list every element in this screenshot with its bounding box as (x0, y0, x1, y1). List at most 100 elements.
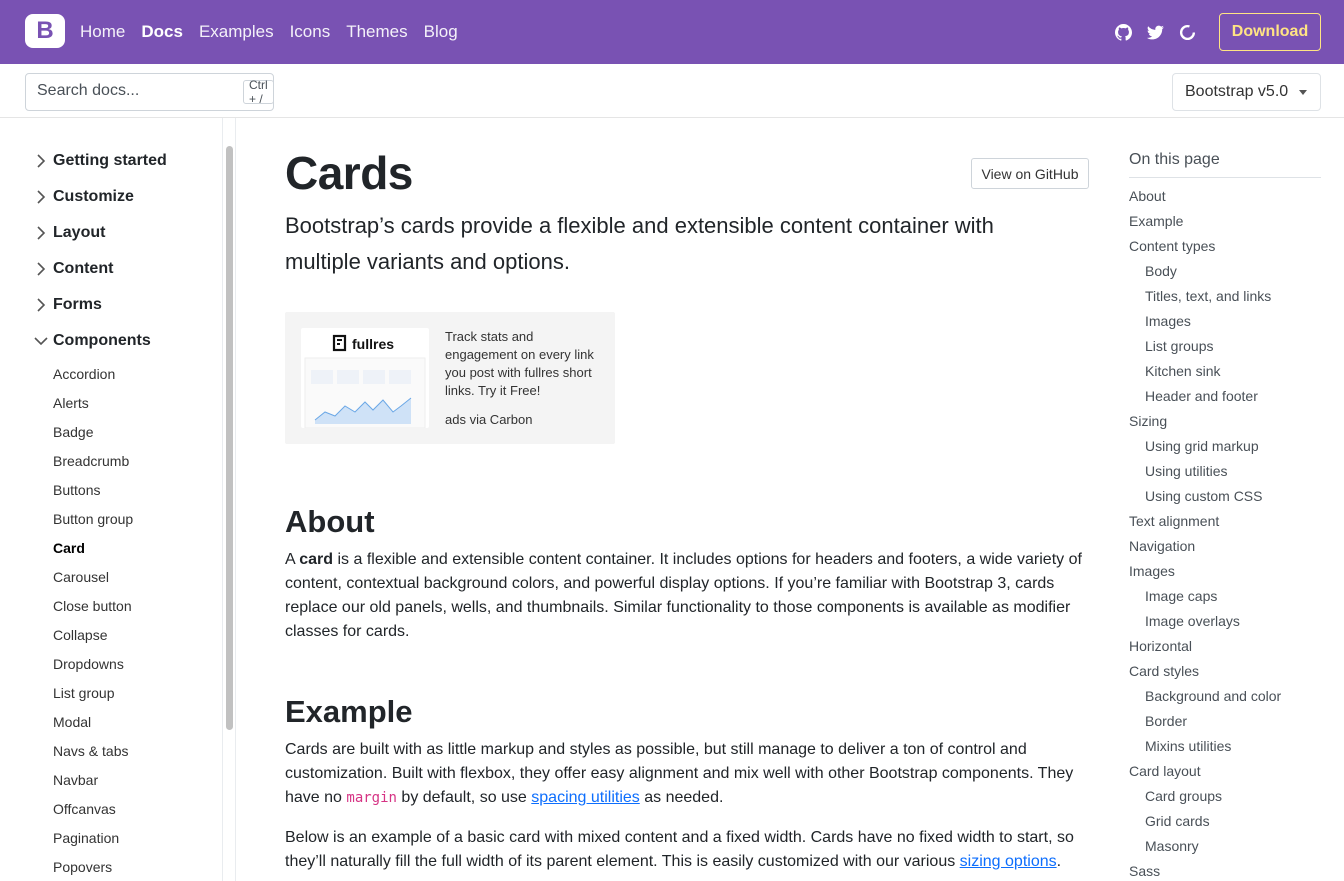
text-span: A (285, 551, 300, 568)
sidebar-section-components[interactable]: Components (34, 332, 151, 350)
sidebar-item-accordion[interactable]: Accordion (53, 366, 115, 382)
top-navbar: B Home Docs Examples Icons Themes Blog D… (0, 0, 1344, 64)
toc-item-image-caps[interactable]: Image caps (1145, 588, 1217, 604)
sidebar-section-label: Components (53, 332, 151, 349)
main-nav: Home Docs Examples Icons Themes Blog (80, 0, 474, 64)
toc-item-example[interactable]: Example (1129, 213, 1183, 229)
ad-image[interactable]: fullres (301, 328, 429, 429)
toc-item-titles-text-and-links[interactable]: Titles, text, and links (1145, 288, 1271, 304)
nav-docs-link[interactable]: Docs (141, 22, 183, 42)
toc-item-card-styles[interactable]: Card styles (1129, 663, 1199, 679)
sidebar-section-customize[interactable]: Customize (34, 188, 134, 206)
toc-item-border[interactable]: Border (1145, 713, 1187, 729)
sidebar-section-label: Layout (53, 224, 106, 241)
sidebar-item-card[interactable]: Card (53, 540, 85, 556)
sidebar-item-navbar[interactable]: Navbar (53, 772, 98, 788)
sidebar-item-modal[interactable]: Modal (53, 714, 91, 730)
search-input[interactable] (37, 82, 217, 100)
toc-item-sass[interactable]: Sass (1129, 863, 1160, 879)
github-icon[interactable] (1111, 20, 1135, 44)
toc-item-navigation[interactable]: Navigation (1129, 538, 1195, 554)
toc-item-masonry[interactable]: Masonry (1145, 838, 1199, 854)
sidebar-section-layout[interactable]: Layout (34, 224, 105, 242)
sidebar-item-buttons[interactable]: Buttons (53, 482, 100, 498)
text-span: as needed. (639, 789, 724, 806)
docs-sidebar: Getting started Customize Layout Content… (0, 118, 236, 881)
toc-item-horizontal[interactable]: Horizontal (1129, 638, 1192, 654)
toc-item-mixins-utilities[interactable]: Mixins utilities (1145, 738, 1231, 754)
toc-item-using-utilities[interactable]: Using utilities (1145, 463, 1227, 479)
sidebar-item-pagination[interactable]: Pagination (53, 830, 119, 846)
view-on-github-button[interactable]: View on GitHub (971, 158, 1089, 189)
sidebar-item-dropdowns[interactable]: Dropdowns (53, 656, 124, 672)
ad-logo-text: fullres (352, 336, 394, 352)
sidebar-item-close-button[interactable]: Close button (53, 598, 132, 614)
sidebar-item-alerts[interactable]: Alerts (53, 395, 89, 411)
inline-code: margin (346, 790, 397, 806)
sidebar-item-popovers[interactable]: Popovers (53, 859, 112, 875)
ad-via-link[interactable]: ads via Carbon (445, 412, 532, 427)
download-button[interactable]: Download (1219, 13, 1321, 51)
toc-item-image-overlays[interactable]: Image overlays (1145, 613, 1240, 629)
nav-themes-link[interactable]: Themes (346, 22, 407, 42)
toc-item-list-groups[interactable]: List groups (1145, 338, 1213, 354)
sidebar-item-navs-tabs[interactable]: Navs & tabs (53, 743, 128, 759)
chevron-right-icon (34, 262, 48, 276)
version-label: Bootstrap v5.0 (1185, 83, 1289, 100)
text-span: . (1056, 853, 1062, 870)
spacing-utilities-link[interactable]: spacing utilities (531, 789, 640, 806)
social-icons (1111, 20, 1207, 44)
toc-item-body[interactable]: Body (1145, 263, 1177, 279)
sidebar-item-breadcrumb[interactable]: Breadcrumb (53, 453, 129, 469)
toc-item-card-groups[interactable]: Card groups (1145, 788, 1222, 804)
about-paragraph: A card is a flexible and extensible cont… (285, 548, 1090, 644)
chevron-right-icon (34, 190, 48, 204)
twitter-icon[interactable] (1143, 20, 1167, 44)
sidebar-section-forms[interactable]: Forms (34, 296, 102, 314)
search-shortcut-hint: Ctrl + / (243, 78, 274, 106)
toc-item-sizing[interactable]: Sizing (1129, 413, 1167, 429)
example-paragraph-1: Cards are built with as little markup an… (285, 738, 1090, 810)
search-box: Ctrl + / (25, 73, 274, 111)
text-span: is a flexible and extensible content con… (285, 551, 1082, 640)
docs-subnav: Ctrl + / Bootstrap v5.0 (0, 64, 1344, 118)
toc-item-content-types[interactable]: Content types (1129, 238, 1215, 254)
toc-item-card-layout[interactable]: Card layout (1129, 763, 1201, 779)
toc-item-grid-cards[interactable]: Grid cards (1145, 813, 1210, 829)
nav-examples-link[interactable]: Examples (199, 22, 274, 42)
sidebar-item-offcanvas[interactable]: Offcanvas (53, 801, 116, 817)
sidebar-scrollbar[interactable] (226, 146, 233, 730)
toc-item-header-and-footer[interactable]: Header and footer (1145, 388, 1258, 404)
carbon-ad[interactable]: fullres Track stats and engagement on ev… (285, 312, 615, 444)
sizing-options-link[interactable]: sizing options (960, 853, 1057, 870)
sidebar-item-list-group[interactable]: List group (53, 685, 114, 701)
text-span: Below is an example of a basic card with… (285, 829, 1074, 870)
toc-item-text-alignment[interactable]: Text alignment (1129, 513, 1219, 529)
chevron-down-icon (34, 334, 48, 348)
nav-icons-link[interactable]: Icons (290, 22, 331, 42)
toc-item-using-grid-markup[interactable]: Using grid markup (1145, 438, 1259, 454)
text-span: by default, so use (396, 789, 532, 806)
sidebar-item-collapse[interactable]: Collapse (53, 627, 107, 643)
toc-item-kitchen-sink[interactable]: Kitchen sink (1145, 363, 1220, 379)
opencollective-icon[interactable] (1175, 20, 1199, 44)
nav-home-link[interactable]: Home (80, 22, 125, 42)
sidebar-item-carousel[interactable]: Carousel (53, 569, 109, 585)
toc-item-using-custom-css[interactable]: Using custom CSS (1145, 488, 1262, 504)
example-paragraph-2: Below is an example of a basic card with… (285, 826, 1090, 874)
toc-item-images[interactable]: Images (1145, 313, 1191, 329)
toc-item-images[interactable]: Images (1129, 563, 1175, 579)
toc-divider (1129, 177, 1321, 178)
sidebar-item-badge[interactable]: Badge (53, 424, 93, 440)
sidebar-section-label: Forms (53, 296, 102, 313)
chevron-right-icon (34, 298, 48, 312)
version-dropdown[interactable]: Bootstrap v5.0 (1172, 73, 1321, 111)
sidebar-section-getting-started[interactable]: Getting started (34, 152, 167, 170)
toc-item-background-and-color[interactable]: Background and color (1145, 688, 1281, 704)
sidebar-item-button-group[interactable]: Button group (53, 511, 133, 527)
ad-text[interactable]: Track stats and engagement on every link… (445, 328, 600, 400)
sidebar-section-content[interactable]: Content (34, 260, 113, 278)
nav-blog-link[interactable]: Blog (424, 22, 458, 42)
bootstrap-logo[interactable]: B (25, 14, 65, 48)
toc-item-about[interactable]: About (1129, 188, 1166, 204)
